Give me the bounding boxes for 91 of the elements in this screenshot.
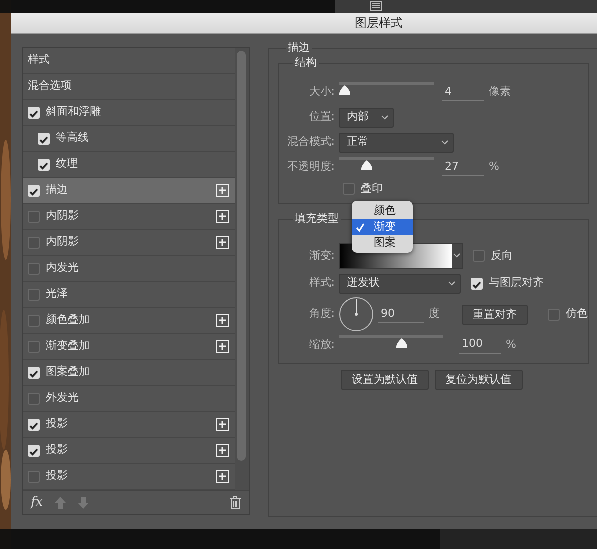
checkbox[interactable] (28, 444, 40, 456)
window-title: 图层样式 (355, 16, 403, 30)
style-list-item[interactable]: 投影 (23, 464, 235, 490)
dropdown[interactable]: 正常 (339, 132, 454, 152)
add-icon[interactable] (216, 444, 229, 457)
add-icon[interactable] (216, 236, 229, 249)
slider[interactable] (339, 157, 434, 172)
trash-icon[interactable] (230, 496, 241, 509)
slider-thumb[interactable] (396, 338, 408, 349)
checkbox[interactable] (28, 366, 40, 378)
style-list-item[interactable]: 斜面和浮雕 (23, 100, 235, 126)
field-label: 位置: (308, 109, 336, 126)
add-icon[interactable] (216, 340, 229, 353)
checkbox[interactable] (28, 236, 40, 248)
checkbox[interactable] (548, 308, 560, 320)
unit-label: % (506, 336, 516, 353)
menu-item[interactable]: 图案 (352, 235, 413, 251)
field-label: 缩放: (308, 336, 336, 353)
dropdown[interactable]: 内部 (339, 108, 394, 128)
caret-icon (448, 280, 456, 286)
menu-item[interactable]: 颜色 (352, 203, 413, 219)
slider[interactable] (339, 82, 434, 97)
size-field[interactable]: 4 (442, 84, 484, 102)
checkbox[interactable] (471, 278, 483, 290)
field-label: 大小: (308, 84, 336, 100)
checkmark-icon (356, 222, 365, 232)
checkbox[interactable] (28, 288, 40, 300)
checkbox[interactable] (28, 470, 40, 482)
scrollbar[interactable] (235, 48, 249, 490)
checkbox[interactable] (28, 184, 40, 196)
style-list-item[interactable]: 内发光 (23, 256, 235, 282)
field-label: 渐变: (308, 248, 336, 264)
add-icon[interactable] (216, 470, 229, 483)
checkbox[interactable] (343, 183, 355, 195)
style-list-item[interactable]: 描边 (23, 178, 235, 204)
default-button[interactable]: 复位为默认值 (434, 370, 522, 390)
angle-dial[interactable] (339, 297, 374, 332)
field-label: 混合模式: (286, 134, 336, 150)
scale-field[interactable]: 100 (459, 336, 501, 354)
checkbox[interactable] (28, 106, 40, 118)
checkbox-label: 反向 (491, 248, 513, 264)
style-list-item[interactable]: 投影 (23, 412, 235, 438)
style-list-item[interactable]: 光泽 (23, 282, 235, 308)
slider-thumb[interactable] (361, 160, 374, 171)
checkbox[interactable] (28, 262, 40, 274)
list-icon (370, 1, 382, 11)
add-icon[interactable] (216, 314, 229, 327)
add-icon[interactable] (216, 210, 229, 223)
slider-thumb[interactable] (339, 85, 351, 96)
checkbox-label: 与图层对齐 (489, 275, 544, 292)
menu-item[interactable]: 渐变 (352, 219, 413, 235)
style-list-item[interactable]: 等高线 (23, 126, 235, 152)
caret-icon (453, 253, 461, 259)
add-icon[interactable] (216, 184, 229, 197)
add-icon[interactable] (216, 418, 229, 431)
style-list-item[interactable]: 内阴影 (23, 204, 235, 230)
group-title: 描边 (286, 41, 312, 55)
checkbox[interactable] (28, 418, 40, 430)
style-list-item[interactable]: 投影 (23, 438, 235, 464)
dropdown[interactable]: 迸发状 (339, 274, 461, 294)
reset-align-button[interactable]: 重置对齐 (462, 304, 528, 324)
scrollbar-thumb[interactable] (237, 51, 246, 461)
checkbox[interactable] (38, 158, 50, 170)
checkbox-label: 叠印 (361, 180, 383, 197)
field-label: 不透明度: (286, 159, 336, 176)
unit-label: 度 (429, 306, 440, 322)
style-list-item[interactable]: 内阴影 (23, 230, 235, 256)
style-list-item[interactable]: 外发光 (23, 386, 235, 412)
caret-icon (381, 114, 389, 120)
checkbox[interactable] (473, 250, 485, 262)
checkbox[interactable] (28, 314, 40, 326)
checkbox[interactable] (28, 392, 40, 404)
unit-label: % (489, 159, 500, 176)
fx-menu-button[interactable]: fx (31, 492, 44, 512)
slider[interactable] (339, 335, 443, 350)
unit-label: 像素 (489, 84, 511, 100)
opacity-field[interactable]: 27 (442, 158, 484, 176)
group-title: 结构 (293, 56, 319, 70)
field-label: 角度: (308, 306, 336, 322)
checkbox[interactable] (28, 210, 40, 222)
style-list-item[interactable]: 颜色叠加 (23, 308, 235, 334)
default-button[interactable]: 设置为默认值 (341, 370, 429, 390)
checkbox-label: 仿色 (566, 306, 588, 322)
style-list-item[interactable]: 渐变叠加 (23, 334, 235, 360)
style-list-item[interactable]: 图案叠加 (23, 360, 235, 386)
caret-icon (441, 140, 449, 146)
group-title: 填充类型 (293, 212, 341, 226)
checkbox[interactable] (28, 340, 40, 352)
checkbox[interactable] (38, 132, 50, 144)
field-label: 样式: (308, 275, 336, 292)
angle-field[interactable]: 90 (378, 306, 424, 324)
